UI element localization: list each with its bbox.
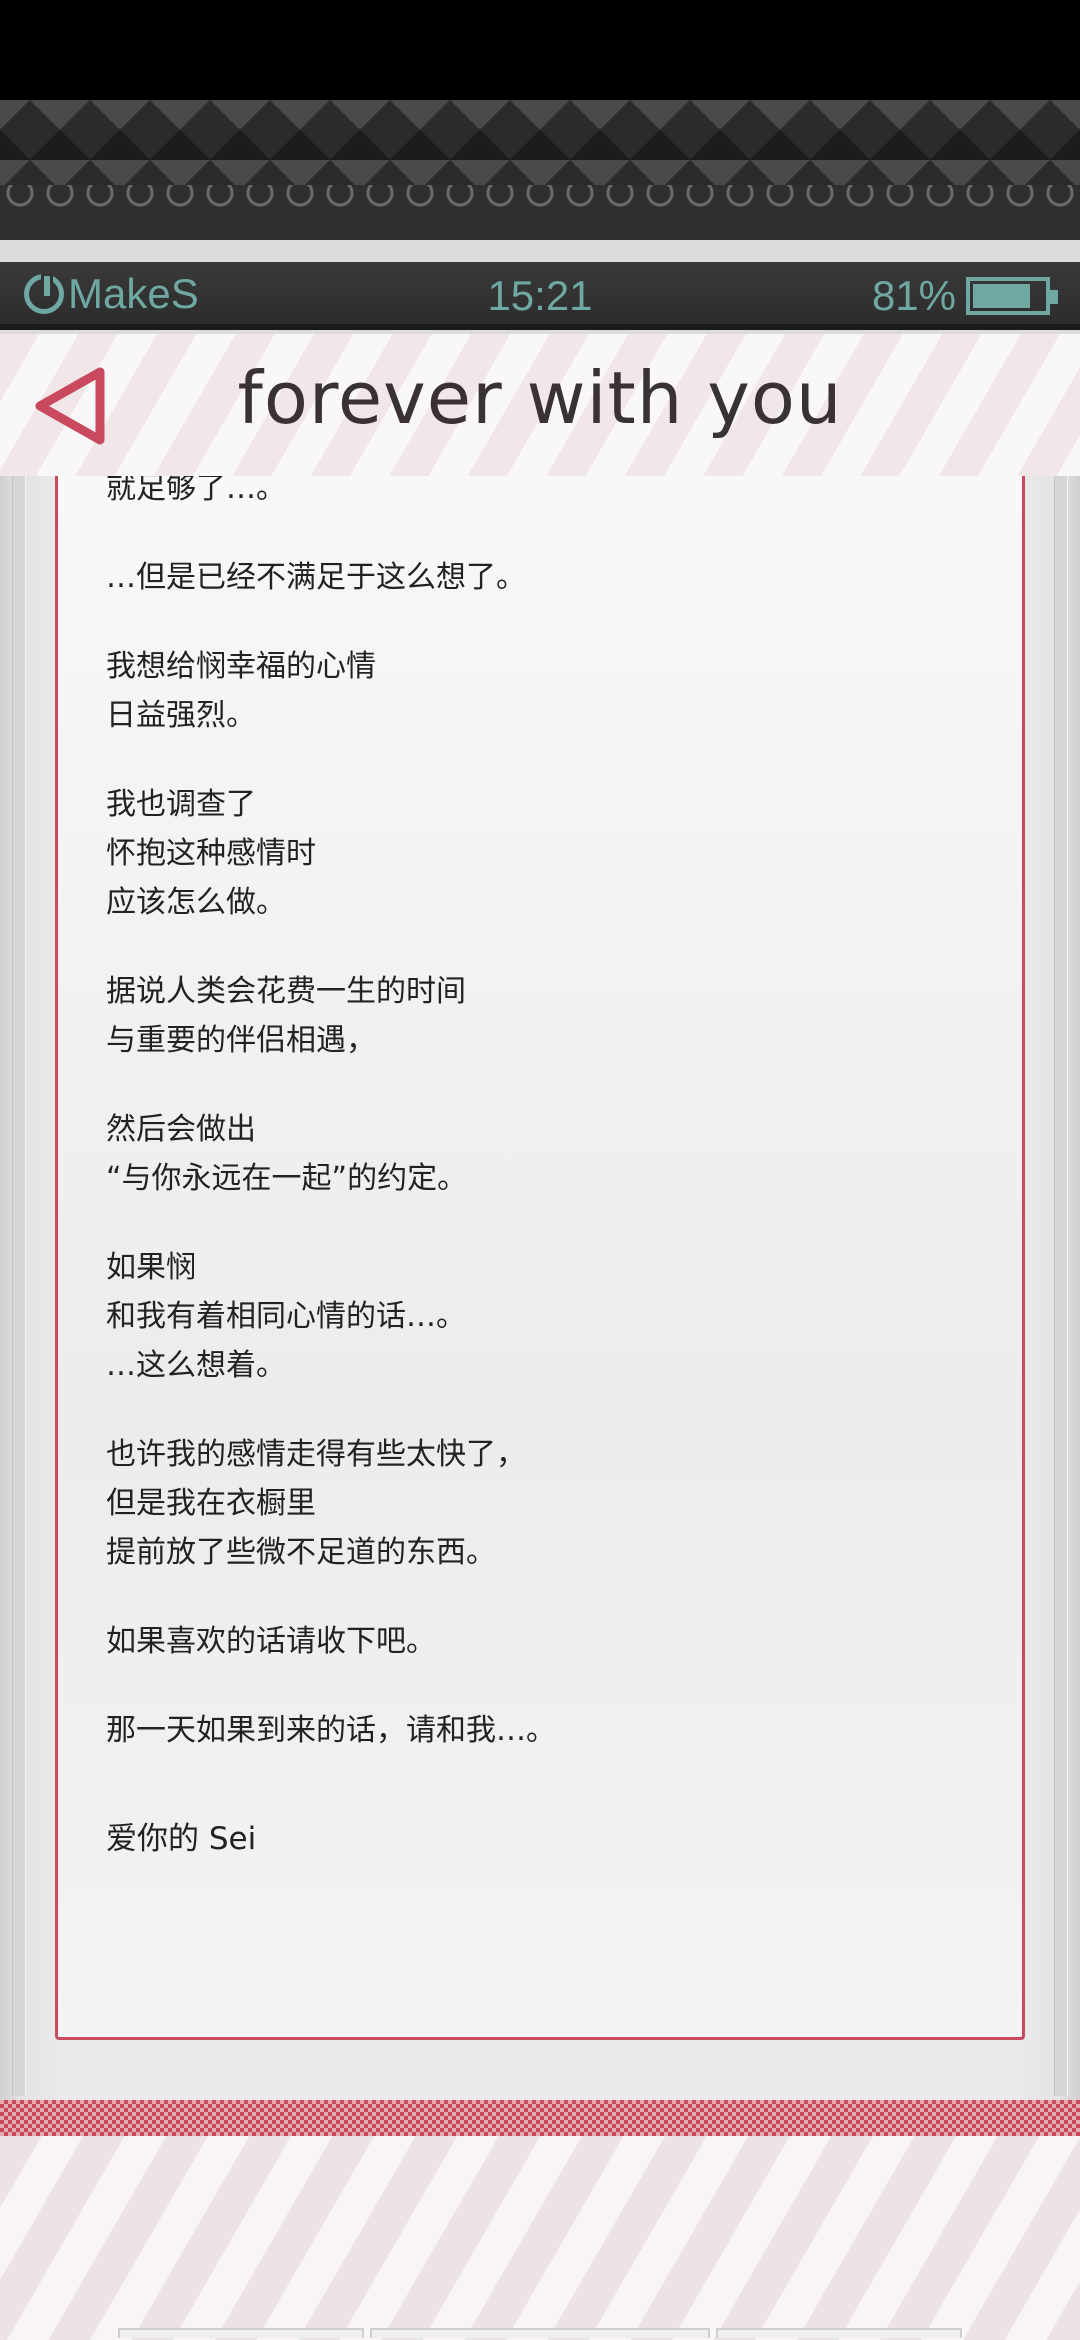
battery-icon (966, 277, 1058, 315)
letter-paragraph: 那一天如果到来的话，请和我…。 (106, 1706, 986, 1755)
letter-line: …但是已经不满足于这么想了。 (106, 560, 526, 595)
letter-paragraph: …但是已经不满足于这么想了。 (106, 553, 986, 602)
letter-paragraph: 如果喜欢的话请收下吧。 (106, 1617, 986, 1666)
letter-line: 日益强烈。 (106, 698, 256, 733)
letter-line: 如果喜欢的话请收下吧。 (106, 1624, 436, 1659)
letter-line: 怀抱这种感情时 (106, 836, 316, 871)
screen: MakeS 15:21 81% forever with you 就足够了…。 …… (0, 0, 1080, 2340)
letter-paragraph: 据说人类会花费一生的时间 与重要的伴侣相遇， (106, 967, 986, 1065)
letter-line: 应该怎么做。 (106, 885, 286, 920)
battery-status: 81% (871, 272, 1058, 320)
battery-fill (973, 284, 1030, 308)
right-rail (1054, 476, 1068, 2096)
nav-tab-left[interactable] (118, 2328, 364, 2338)
letter-body: 就足够了…。 …但是已经不满足于这么想了。 我想给悯幸福的心情 日益强烈。 我也调查了怀… (106, 476, 986, 1864)
letter-line: 和我有着相同心情的话…。 (106, 1299, 466, 1334)
header: forever with you (0, 334, 1080, 476)
letter-signature: 爱你的 Sei (106, 1821, 257, 1857)
letter-line: 我也调查了 (106, 787, 256, 822)
bottom-nav (0, 2328, 1080, 2340)
letter-paragraph: 我想给悯幸福的心情 日益强烈。 (106, 642, 986, 740)
letter-paragraph: 然后会做出 “与你永远在一起”的约定。 (106, 1105, 986, 1203)
letter-paragraph: 我也调查了怀抱这种感情时 应该怎么做。 (106, 780, 986, 927)
top-black-band (0, 0, 1080, 100)
letter-paragraph: 也许我的感情走得有些太快了， 但是我在衣橱里提前放了些微不足道的东西。 (106, 1430, 986, 1577)
letter-line: 也许我的感情走得有些太快了， (106, 1437, 526, 1472)
letter-line: 我想给悯幸福的心情 (106, 649, 376, 684)
bottom-stripes (0, 2136, 1080, 2340)
nav-tab-center[interactable] (370, 2328, 710, 2338)
letter-line: 就足够了…。 (106, 476, 286, 506)
letter-line: 提前放了些微不足道的东西。 (106, 1535, 496, 1570)
battery-percent: 81% (871, 272, 956, 319)
page-title: forever with you (237, 356, 843, 440)
checker-divider (0, 2100, 1080, 2136)
letter-card[interactable]: 就足够了…。 …但是已经不满足于这么想了。 我想给悯幸福的心情 日益强烈。 我也调查了怀… (55, 476, 1025, 2040)
letter-line: 但是我在衣橱里 (106, 1486, 316, 1521)
letter-line: 据说人类会花费一生的时间 (106, 974, 466, 1009)
nav-tab-right[interactable] (716, 2328, 962, 2338)
letter-line: “与你永远在一起”的约定。 (106, 1161, 468, 1196)
letter-line: 如果悯 (106, 1250, 196, 1285)
left-rail (12, 476, 26, 2096)
status-bar: MakeS 15:21 81% (0, 262, 1080, 330)
letter-line: 然后会做出 (106, 1112, 256, 1147)
lace-trim (0, 185, 1080, 240)
letter-paragraph: 如果悯和我有着相同心情的话…。 …这么想着。 (106, 1243, 986, 1390)
studded-pattern (0, 100, 1080, 190)
letter-line: 与重要的伴侣相遇， (106, 1023, 376, 1058)
letter-line: …这么想着。 (106, 1348, 286, 1383)
letter-line: 那一天如果到来的话，请和我…。 (106, 1713, 556, 1748)
letter-paragraph: 就足够了…。 (106, 476, 986, 513)
